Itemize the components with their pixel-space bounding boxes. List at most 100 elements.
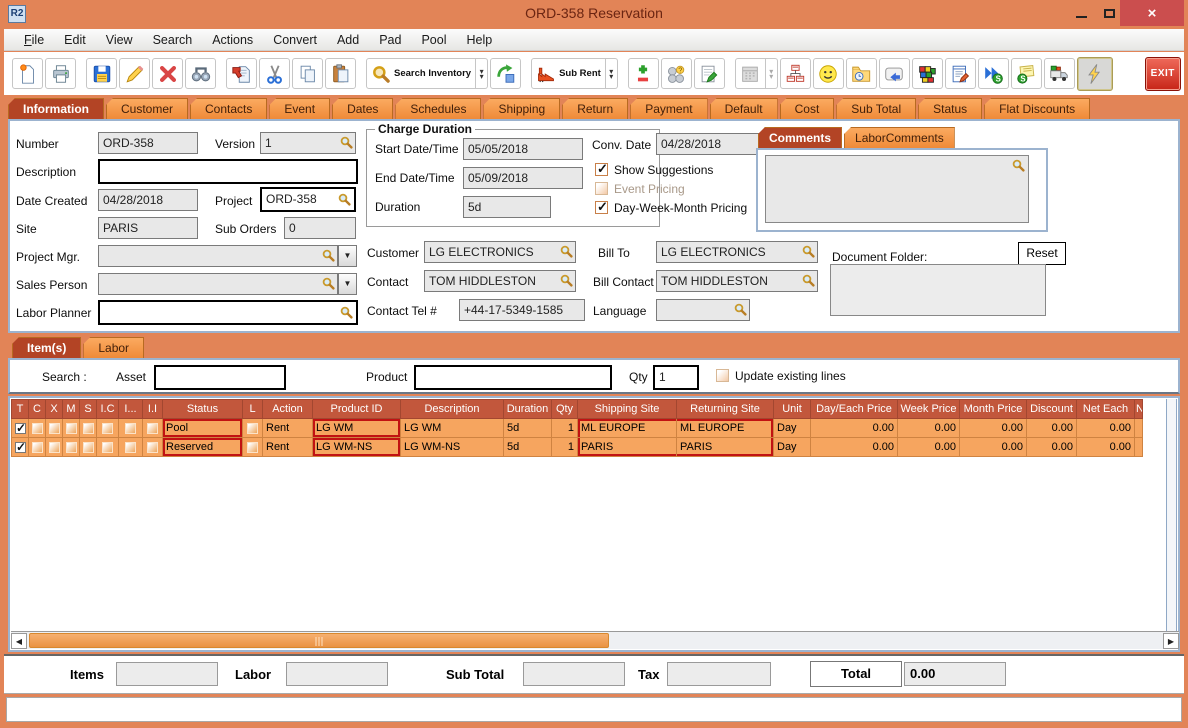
update-existing-lines-checkbox[interactable]: [716, 369, 729, 382]
product-input[interactable]: [414, 365, 612, 390]
labor-planner-field[interactable]: [98, 300, 358, 325]
t-checkbox[interactable]: [15, 442, 26, 453]
search-inventory-dropdown[interactable]: ▾▾: [476, 58, 488, 89]
cell-week-price[interactable]: 0.00: [898, 438, 960, 457]
asset-input[interactable]: [154, 365, 286, 390]
delete-button[interactable]: [152, 58, 183, 89]
tab-contacts[interactable]: Contacts: [190, 98, 267, 119]
cut-button[interactable]: [259, 58, 290, 89]
scroll-right-button[interactable]: ▶: [1163, 633, 1179, 649]
c-checkbox[interactable]: [32, 442, 43, 453]
tab-schedules[interactable]: Schedules: [395, 98, 481, 119]
minimize-button[interactable]: [1068, 0, 1094, 26]
cell-s[interactable]: [80, 419, 97, 438]
cell-day-each-price[interactable]: 0.00: [811, 438, 898, 457]
sub-rent-dropdown[interactable]: ▾▾: [606, 58, 618, 89]
cell-s[interactable]: [80, 438, 97, 457]
dwm-pricing-checkbox[interactable]: [595, 201, 608, 214]
tab-comments[interactable]: Comments: [758, 127, 842, 148]
invoice-notes-button[interactable]: S: [1011, 58, 1042, 89]
tab-cost[interactable]: Cost: [780, 98, 835, 119]
menu-add[interactable]: Add: [327, 31, 369, 49]
bill-to-lookup-icon[interactable]: [802, 245, 815, 258]
cell-discount[interactable]: 0.00: [1027, 438, 1077, 457]
cell-x[interactable]: [46, 419, 63, 438]
contact-lookup-icon[interactable]: [560, 274, 573, 287]
pool-button[interactable]: ?: [661, 58, 692, 89]
cell-ii[interactable]: [143, 438, 163, 457]
cell-net-each[interactable]: 0.00: [1077, 419, 1135, 438]
cell-ii[interactable]: [143, 419, 163, 438]
menu-help[interactable]: Help: [457, 31, 503, 49]
sub-rent-button[interactable]: Sub Rent: [531, 58, 606, 89]
description-field[interactable]: [98, 159, 358, 184]
cell-ic[interactable]: [97, 419, 119, 438]
tab-flat-discounts[interactable]: Flat Discounts: [984, 98, 1090, 119]
cell-status[interactable]: Pool: [163, 419, 243, 438]
cell-m[interactable]: [63, 419, 80, 438]
print-button[interactable]: [45, 58, 76, 89]
paste-button[interactable]: [325, 58, 356, 89]
cell-shipping-site[interactable]: PARIS: [578, 438, 677, 457]
tab-information[interactable]: Information: [8, 98, 104, 119]
cell-t[interactable]: [12, 438, 29, 457]
customer-lookup-icon[interactable]: [560, 245, 573, 258]
edit-button[interactable]: [119, 58, 150, 89]
project-field[interactable]: ORD-358: [260, 187, 356, 212]
cell-net-each[interactable]: 0.00: [1077, 438, 1135, 457]
cell-month-price[interactable]: 0.00: [960, 438, 1027, 457]
menu-convert[interactable]: Convert: [263, 31, 327, 49]
quick-invoice-button[interactable]: S: [978, 58, 1009, 89]
ic-checkbox[interactable]: [102, 442, 113, 453]
menu-search[interactable]: Search: [143, 31, 203, 49]
availability-blocks-button[interactable]: [912, 58, 943, 89]
l-checkbox[interactable]: [247, 442, 258, 453]
notes-button[interactable]: [694, 58, 725, 89]
quick-actions-button[interactable]: [1077, 57, 1113, 91]
s-checkbox[interactable]: [83, 423, 94, 434]
exit-button[interactable]: EXIT: [1145, 57, 1181, 91]
ii-checkbox[interactable]: [147, 423, 158, 434]
delivery-button[interactable]: [1044, 58, 1075, 89]
cell-duration[interactable]: 5d: [504, 419, 552, 438]
document-folder-box[interactable]: [830, 264, 1046, 316]
project-mgr-dropdown[interactable]: ▼: [338, 245, 357, 267]
menu-pad[interactable]: Pad: [369, 31, 411, 49]
cell-l[interactable]: [243, 438, 263, 457]
search-inventory-button[interactable]: Search Inventory: [366, 58, 476, 89]
reset-button[interactable]: Reset: [1018, 242, 1066, 265]
l-checkbox[interactable]: [247, 423, 258, 434]
qty-input[interactable]: 1: [653, 365, 699, 390]
show-suggestions-checkbox[interactable]: [595, 163, 608, 176]
convert-button[interactable]: [490, 58, 521, 89]
save-button[interactable]: [86, 58, 117, 89]
cell-returning-site[interactable]: PARIS: [677, 438, 774, 457]
cell-qty[interactable]: 1: [552, 438, 578, 457]
tab-labor-comments[interactable]: LaborComments: [844, 127, 955, 148]
cell-x[interactable]: [46, 438, 63, 457]
s-checkbox[interactable]: [83, 442, 94, 453]
cell-idots[interactable]: [119, 419, 143, 438]
x-checkbox[interactable]: [49, 442, 60, 453]
find-button[interactable]: [185, 58, 216, 89]
cell-week-price[interactable]: 0.00: [898, 419, 960, 438]
add-remove-line-button[interactable]: [628, 58, 659, 89]
cell-discount[interactable]: 0.00: [1027, 419, 1077, 438]
sales-person-dropdown[interactable]: ▼: [338, 273, 357, 295]
labor-planner-lookup-icon[interactable]: [340, 306, 353, 319]
transfer-order-button[interactable]: [226, 58, 257, 89]
tab-sub-total[interactable]: Sub Total: [836, 98, 916, 119]
version-lookup-icon[interactable]: [340, 136, 353, 149]
cell-unit[interactable]: Day: [774, 419, 811, 438]
tab-event[interactable]: Event: [269, 98, 330, 119]
tab-payment[interactable]: Payment: [630, 98, 707, 119]
cell-description[interactable]: LG WM-NS: [401, 438, 504, 457]
cell-product-id[interactable]: LG WM-NS: [313, 438, 401, 457]
ii-checkbox[interactable]: [147, 442, 158, 453]
tab-items[interactable]: Item(s): [12, 337, 81, 358]
c-checkbox[interactable]: [32, 423, 43, 434]
new-document-button[interactable]: [12, 58, 43, 89]
maximize-button[interactable]: [1096, 0, 1122, 26]
tab-shipping[interactable]: Shipping: [483, 98, 560, 119]
cell-idots[interactable]: [119, 438, 143, 457]
